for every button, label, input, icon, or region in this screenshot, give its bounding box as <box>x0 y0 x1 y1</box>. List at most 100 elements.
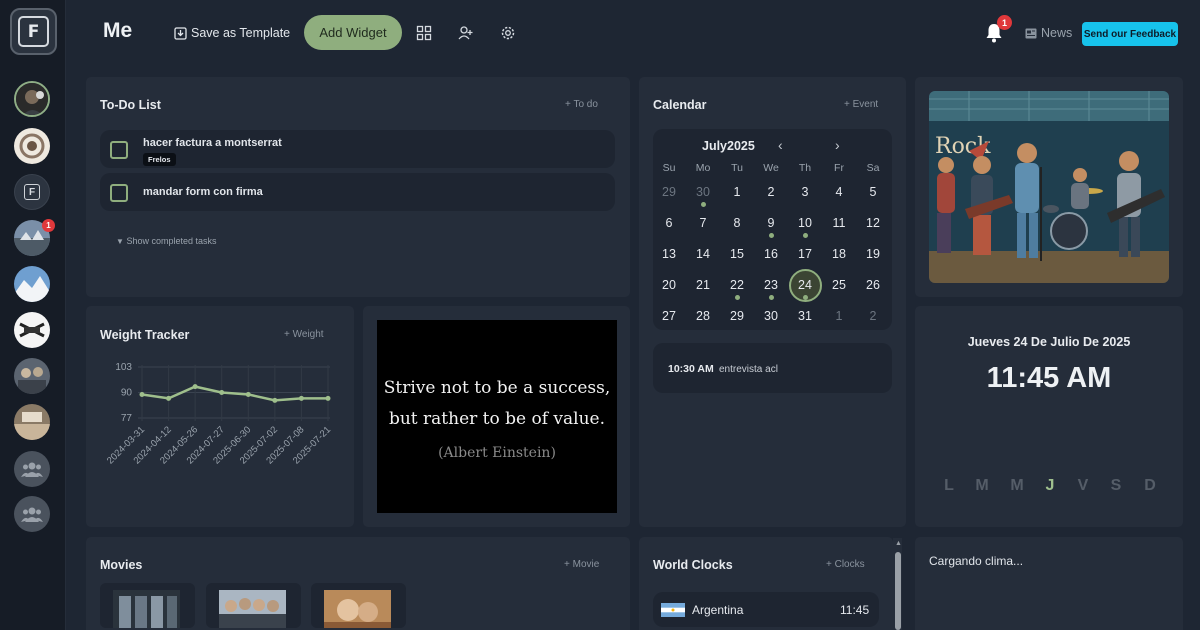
calendar-day[interactable]: 3 <box>790 185 820 199</box>
weight-point[interactable] <box>245 391 251 397</box>
calendar-day[interactable]: 17 <box>790 247 820 261</box>
clock-card: Jueves 24 De Julio De 2025 11:45 AM L M M J… <box>915 306 1183 527</box>
calendar-day[interactable]: 7 <box>688 216 718 230</box>
weight-point[interactable] <box>325 395 331 401</box>
weight-point[interactable] <box>166 395 172 401</box>
avatar-group-2[interactable] <box>14 496 50 532</box>
show-completed-toggle[interactable]: ▼ Show completed tasks <box>116 236 216 246</box>
weekday-indicator: S <box>1110 477 1122 494</box>
calendar-day[interactable]: 22 <box>722 278 752 292</box>
add-event-button[interactable]: + Event <box>844 99 878 110</box>
calendar-day[interactable]: 24 <box>790 278 820 292</box>
weekday-indicator: M <box>1010 477 1024 494</box>
calendar-weekday: We <box>763 162 779 174</box>
avatar-frelos[interactable]: F <box>14 174 50 210</box>
logo-f-icon: F <box>18 16 49 47</box>
calendar-day[interactable]: 29 <box>722 309 752 323</box>
weight-card: Weight Tracker + Weight 103 90 77 2024-03-3… <box>86 306 354 527</box>
calendar-day[interactable]: 11 <box>824 216 854 230</box>
calendar-day[interactable]: 12 <box>858 216 888 230</box>
prev-month-button[interactable]: ‹ <box>778 137 783 153</box>
weekday-indicator: L <box>944 477 954 494</box>
calendar-day[interactable]: 20 <box>654 278 684 292</box>
avatar-space-6[interactable] <box>14 358 50 394</box>
add-widget-button[interactable]: Add Widget <box>304 15 402 50</box>
calendar-day[interactable]: 1 <box>824 309 854 323</box>
news-icon <box>1025 28 1037 38</box>
calendar-day[interactable]: 23 <box>756 278 786 292</box>
world-clock-country: Argentina <box>692 603 744 617</box>
calendar-day[interactable]: 26 <box>858 278 888 292</box>
todo-card: To-Do List + To do hacer factura a monts… <box>86 77 630 297</box>
movie-item[interactable] <box>311 583 406 628</box>
weight-point[interactable] <box>298 395 304 401</box>
weight-point[interactable] <box>219 390 225 395</box>
calendar-weekday: Sa <box>866 162 880 174</box>
calendar-event-dot <box>803 295 808 300</box>
movies-title: Movies <box>100 558 143 572</box>
calendar-day[interactable]: 9 <box>756 216 786 230</box>
avatar-space-1[interactable] <box>14 128 50 164</box>
calendar-day[interactable]: 15 <box>722 247 752 261</box>
scroll-up-icon[interactable]: ▲ <box>895 540 902 547</box>
calendar-day[interactable]: 13 <box>654 247 684 261</box>
weight-point[interactable] <box>192 384 198 390</box>
calendar-day[interactable]: 21 <box>688 278 718 292</box>
movie-item[interactable] <box>206 583 301 628</box>
calendar-day[interactable]: 19 <box>858 247 888 261</box>
calendar-day[interactable]: 5 <box>858 185 888 199</box>
calendar-day[interactable]: 10 <box>790 216 820 230</box>
add-clock-button[interactable]: + Clocks <box>826 559 865 570</box>
feedback-button[interactable]: Send our Feedback <box>1082 22 1178 46</box>
calendar-day[interactable]: 14 <box>688 247 718 261</box>
movie-item[interactable] <box>100 583 195 628</box>
movies-card: Movies + Movie <box>86 537 630 630</box>
calendar-event-dot <box>735 295 740 300</box>
todo-checkbox[interactable] <box>110 184 128 202</box>
next-month-button[interactable]: › <box>835 137 840 153</box>
weather-card: Cargando clima... <box>915 537 1183 630</box>
calendar-day[interactable]: 2 <box>756 185 786 199</box>
add-todo-button[interactable]: + To do <box>565 99 598 110</box>
app-logo[interactable]: F <box>10 8 57 55</box>
page-title: Me <box>103 19 133 42</box>
calendar-day[interactable]: 18 <box>824 247 854 261</box>
calendar-day[interactable]: 31 <box>790 309 820 323</box>
calendar-day[interactable]: 28 <box>688 309 718 323</box>
calendar-day[interactable]: 27 <box>654 309 684 323</box>
scrollbar-thumb[interactable] <box>895 552 901 630</box>
weekday-indicator: M <box>975 477 989 494</box>
argentina-flag-icon <box>661 603 685 617</box>
calendar-weekday: Su <box>662 162 676 174</box>
calendar-day[interactable]: 4 <box>824 185 854 199</box>
news-link[interactable]: News <box>1025 26 1072 40</box>
avatar-group-1[interactable] <box>14 451 50 487</box>
calendar-day[interactable]: 1 <box>722 185 752 199</box>
calendar-day[interactable]: 30 <box>688 185 718 199</box>
quote-card: Strive not to be a success, but rather t… <box>363 306 630 527</box>
sidebar: F F 1 <box>0 0 66 630</box>
todo-checkbox[interactable] <box>110 141 128 159</box>
calendar-day[interactable]: 25 <box>824 278 854 292</box>
calendar-day[interactable]: 8 <box>722 216 752 230</box>
avatar-space-4[interactable] <box>14 266 50 302</box>
avatar-space-7[interactable] <box>14 404 50 440</box>
avatar-space-5[interactable] <box>14 312 50 348</box>
save-template-button[interactable]: Save as Template <box>174 26 290 40</box>
avatar-me[interactable] <box>14 81 50 117</box>
weight-point[interactable] <box>139 391 145 397</box>
add-user-icon[interactable] <box>458 25 474 41</box>
calendar-day[interactable]: 29 <box>654 185 684 199</box>
add-movie-button[interactable]: + Movie <box>564 559 599 570</box>
weight-point[interactable] <box>272 397 278 403</box>
calendar-day[interactable]: 6 <box>654 216 684 230</box>
chevron-left-icon: ‹ <box>778 137 783 153</box>
event-item[interactable]: 10:30 AM entrevista acl <box>653 343 892 393</box>
gear-icon[interactable] <box>500 25 516 41</box>
calendar-day[interactable]: 16 <box>756 247 786 261</box>
calendar-day[interactable]: 2 <box>858 309 888 323</box>
calendar-day[interactable]: 30 <box>756 309 786 323</box>
todo-text: hacer factura a montserrat <box>143 137 282 149</box>
calendar-event-dot <box>769 233 774 238</box>
grid-icon[interactable] <box>416 25 432 41</box>
